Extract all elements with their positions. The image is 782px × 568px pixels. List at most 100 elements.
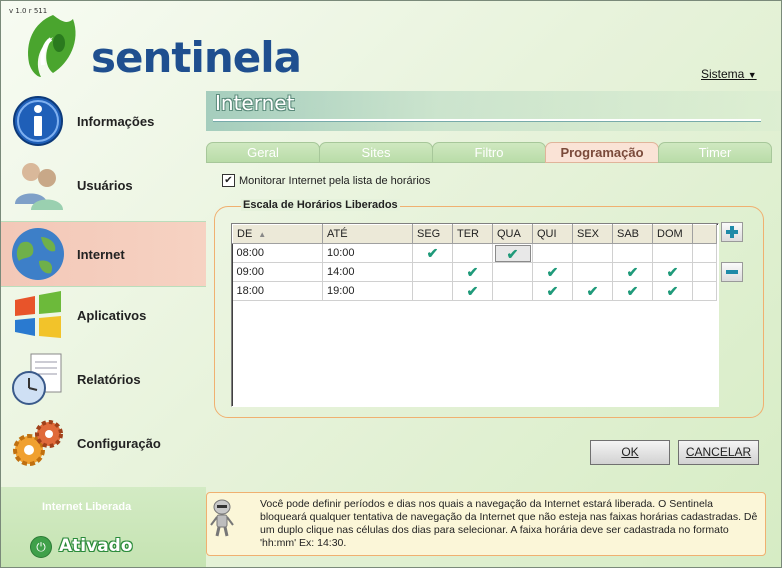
report-clock-icon (12, 353, 62, 405)
add-row-button[interactable] (721, 222, 743, 242)
sidebar-item-relatorios[interactable]: Relatórios (1, 347, 206, 411)
sidebar-item-aplicativos[interactable]: Aplicativos (1, 283, 206, 347)
internet-status-label: Internet Liberada (42, 501, 132, 513)
cell-dom[interactable]: ✔ (652, 262, 693, 282)
tab-timer[interactable]: Timer (658, 142, 772, 163)
leaf-logo-icon (28, 15, 76, 77)
sidebar-item-label: Configuração (77, 435, 161, 451)
windows-icon (15, 291, 61, 338)
col-header-seg[interactable]: SEG (412, 224, 453, 244)
sidebar-item-label: Usuários (77, 177, 133, 193)
title-divider (213, 119, 761, 121)
cell-ter[interactable]: ✔ (452, 281, 493, 301)
check-icon: ✔ (426, 244, 439, 261)
globe-icon (12, 228, 64, 280)
cell-seg[interactable] (412, 281, 453, 301)
group-title: Escala de Horários Liberados (241, 199, 400, 211)
cell-filler (692, 262, 717, 282)
cell-de[interactable]: 09:00 (232, 262, 323, 282)
cell-qui[interactable]: ✔ (532, 262, 573, 282)
users-icon (15, 163, 63, 210)
tab-bar: Geral Sites Filtro Programação Timer (206, 142, 772, 163)
sidebar-item-label: Internet (77, 246, 125, 262)
app-window: v 1.0 r 511 sentinela Sistema ▼ Informaç… (0, 0, 782, 568)
col-header-sex[interactable]: SEX (572, 224, 613, 244)
cell-sex[interactable] (572, 243, 613, 263)
selected-cell[interactable]: ✔ (494, 244, 531, 262)
system-menu[interactable]: Sistema ▼ (701, 67, 757, 81)
sidebar: Informações Usuários Internet Aplicativo… (1, 89, 206, 487)
tab-sites[interactable]: Sites (319, 142, 433, 163)
check-icon: ✔ (506, 245, 519, 262)
check-icon: ✔ (586, 282, 599, 299)
cell-seg[interactable] (412, 262, 453, 282)
check-icon: ✔ (666, 282, 679, 299)
sentinela-logo: sentinela (23, 13, 302, 83)
tab-geral[interactable]: Geral (206, 142, 320, 163)
col-header-filler (692, 224, 717, 244)
cell-ter[interactable]: ✔ (452, 262, 493, 282)
page-title: Internet (215, 91, 295, 115)
cell-qui[interactable] (532, 243, 573, 263)
logo-text: sentinela (91, 33, 302, 82)
col-header-dom[interactable]: DOM (652, 224, 693, 244)
cell-qua[interactable]: ✔ (492, 243, 533, 263)
col-header-ter[interactable]: TER (452, 224, 493, 244)
remove-row-button[interactable] (721, 262, 743, 282)
cell-sab[interactable]: ✔ (612, 262, 653, 282)
help-text: Você pode definir períodos e dias nos qu… (260, 498, 758, 549)
grid-header-row: DE ▲ ATÉ SEG TER QUA QUI SEX SAB DOM (232, 224, 717, 244)
ok-button[interactable]: OK (590, 440, 670, 465)
sidebar-item-usuarios[interactable]: Usuários (1, 153, 206, 217)
cell-ate[interactable]: 10:00 (322, 243, 413, 263)
sidebar-item-configuracao[interactable]: Configuração (1, 411, 206, 475)
gears-icon (13, 420, 63, 466)
check-icon: ✔ (546, 282, 559, 299)
sidebar-item-internet[interactable]: Internet (1, 221, 206, 287)
monitor-checkbox-label: Monitorar Internet pela lista de horário… (239, 174, 431, 187)
table-row[interactable]: 09:00 14:00 ✔ ✔ ✔ ✔ (232, 262, 717, 282)
check-icon: ✔ (626, 282, 639, 299)
cell-qua[interactable] (492, 262, 533, 282)
cell-de[interactable]: 08:00 (232, 243, 323, 263)
cell-qui[interactable]: ✔ (532, 281, 573, 301)
sidebar-item-label: Relatórios (77, 371, 141, 387)
cancel-button[interactable]: CANCELAR (678, 440, 759, 465)
monitor-checkbox-row[interactable]: ✔ Monitorar Internet pela lista de horár… (222, 174, 430, 187)
tab-programacao[interactable]: Programação (545, 142, 659, 163)
table-row[interactable]: 18:00 19:00 ✔ ✔ ✔ ✔ ✔ (232, 281, 717, 301)
caret-down-icon: ▼ (747, 70, 757, 80)
cell-sex[interactable]: ✔ (572, 281, 613, 301)
cell-filler (692, 281, 717, 301)
col-header-qui[interactable]: QUI (532, 224, 573, 244)
sidebar-item-label: Informações (77, 113, 155, 129)
cell-de[interactable]: 18:00 (232, 281, 323, 301)
sort-asc-icon: ▲ (258, 230, 267, 239)
col-header-qua[interactable]: QUA (492, 224, 533, 244)
cell-ate[interactable]: 14:00 (322, 262, 413, 282)
table-row[interactable]: 08:00 10:00 ✔ ✔ (232, 243, 717, 263)
plus-icon (726, 226, 738, 238)
cell-seg[interactable]: ✔ (412, 243, 453, 263)
status-badge: Ativado (59, 536, 133, 556)
cell-sab[interactable] (612, 243, 653, 263)
cell-sex[interactable] (572, 262, 613, 282)
cell-qua[interactable] (492, 281, 533, 301)
monitor-checkbox[interactable]: ✔ (222, 174, 235, 187)
cell-ter[interactable] (452, 243, 493, 263)
col-header-de[interactable]: DE ▲ (232, 224, 323, 244)
col-header-ate[interactable]: ATÉ (322, 224, 413, 244)
cell-sab[interactable]: ✔ (612, 281, 653, 301)
check-icon: ✔ (666, 263, 679, 280)
col-header-sab[interactable]: SAB (612, 224, 653, 244)
tab-filtro[interactable]: Filtro (432, 142, 546, 163)
cell-ate[interactable]: 19:00 (322, 281, 413, 301)
cell-dom[interactable] (652, 243, 693, 263)
schedule-grid[interactable]: DE ▲ ATÉ SEG TER QUA QUI SEX SAB DOM 08:0… (231, 223, 719, 407)
sidebar-item-informacoes[interactable]: Informações (1, 89, 206, 153)
grid-body: 08:00 10:00 ✔ ✔ 09:00 14:00 ✔ ✔ ✔ ✔ 18:00 19:00 ✔ ✔ ✔ ✔… (232, 243, 717, 301)
power-icon: ⏻ (30, 536, 52, 558)
check-icon: ✔ (546, 263, 559, 280)
sidebar-item-label: Aplicativos (77, 307, 147, 323)
cell-dom[interactable]: ✔ (652, 281, 693, 301)
